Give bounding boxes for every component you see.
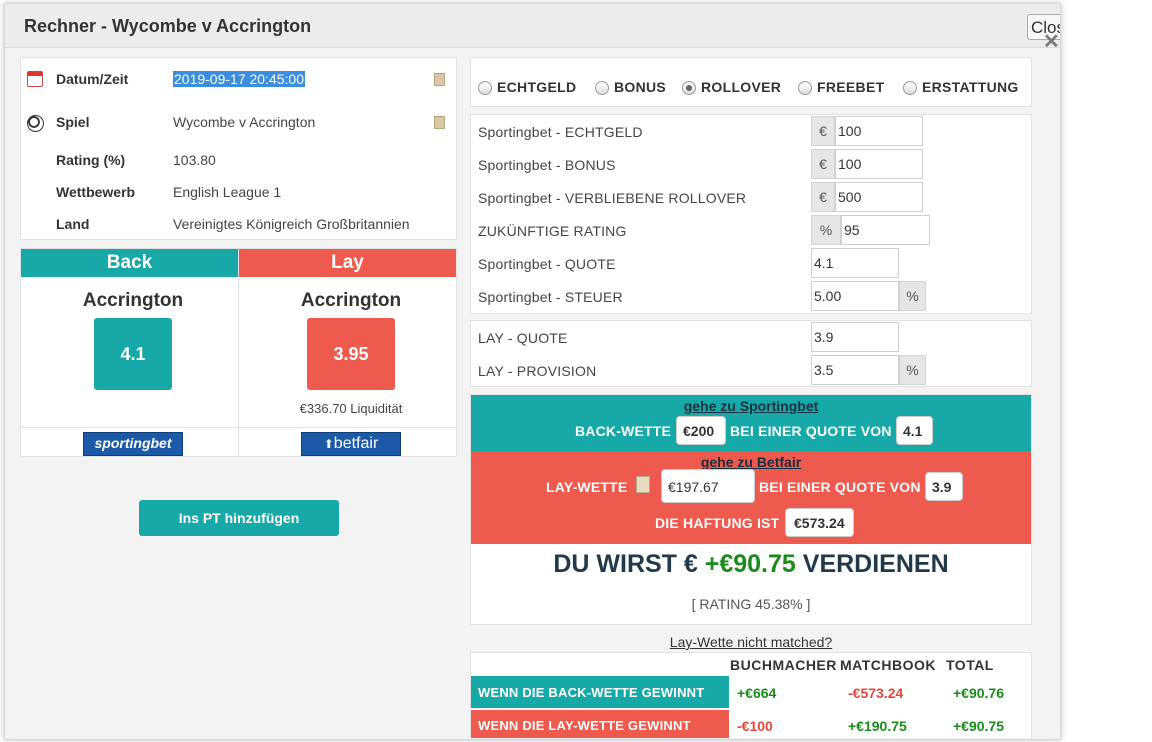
back-form-panel xyxy=(470,114,1032,314)
rating-result: [ RATING 45.38% ] xyxy=(691,596,811,612)
row-lay-total: +€90.75 xyxy=(953,718,1004,734)
earnings-line: DU WIRST € +€90.75 VERDIENEN xyxy=(471,550,1031,579)
wettbewerb-label: Wettbewerb xyxy=(56,184,136,200)
rollover-label: Sportingbet - VERBLIEBENE ROLLOVER xyxy=(478,190,747,206)
row-lay-matchbook: +€190.75 xyxy=(848,718,907,734)
sportingbet-logo-text: sportingbet xyxy=(94,435,172,451)
future-rating-input[interactable]: 95 xyxy=(841,215,930,245)
radio-icon[interactable] xyxy=(478,81,492,95)
lay-bet-label: LAY-WETTE xyxy=(546,479,628,495)
percent-addon: % xyxy=(899,355,926,385)
radio-icon[interactable] xyxy=(798,81,812,95)
lay-bet-value[interactable]: €197.67 xyxy=(661,469,755,503)
back-heading: Back xyxy=(21,249,238,277)
betfair-arrow-icon: ⬆ xyxy=(323,437,334,451)
euro-addon: € xyxy=(811,116,835,146)
liability-value: €573.24 xyxy=(785,508,854,537)
wettbewerb-value: English League 1 xyxy=(173,184,282,200)
back-odds[interactable]: 4.1 xyxy=(94,318,172,390)
back-team: Accrington xyxy=(82,290,184,311)
radio-icon[interactable] xyxy=(595,81,609,95)
lay-quote-value: 3.9 xyxy=(925,472,963,501)
goto-sportingbet-link[interactable]: gehe zu Sportingbet xyxy=(471,398,1031,414)
col-header-buchmacher: BUCHMACHER xyxy=(730,657,837,673)
echtgeld-input[interactable]: 100 xyxy=(835,116,923,146)
back-bet-label: BACK-WETTE xyxy=(575,423,672,439)
row-back-matchbook: -€573.24 xyxy=(848,685,904,701)
mode-bonus[interactable]: BONUS xyxy=(595,79,666,95)
bonus-label: Sportingbet - BONUS xyxy=(478,157,616,173)
mode-freebet[interactable]: FREEBET xyxy=(798,79,884,95)
percent-addon: % xyxy=(811,215,841,245)
mode-label: ECHTGELD xyxy=(497,79,577,95)
datum-label: Datum/Zeit xyxy=(56,71,129,87)
clipboard-icon[interactable] xyxy=(636,476,650,493)
sportingbet-logo[interactable]: sportingbet xyxy=(83,432,183,456)
row-label-lay-wins: WENN DIE LAY-WETTE GEWINNT xyxy=(478,718,691,733)
lay-quote-text: BEI EINER QUOTE VON xyxy=(759,479,921,495)
goto-betfair-link[interactable]: gehe zu Betfair xyxy=(471,454,1031,470)
back-bet-value: €200 xyxy=(676,416,726,445)
lay-quote-input[interactable]: 3.9 xyxy=(811,322,899,352)
modal-header: Rechner - Wycombe v Accrington Close ✕ xyxy=(5,4,1060,53)
modal-title: Rechner - Wycombe v Accrington xyxy=(24,16,312,36)
steuer-label: Sportingbet - STEUER xyxy=(478,289,623,305)
back-quote-text: BEI EINER QUOTE VON xyxy=(730,423,892,439)
mode-label: ROLLOVER xyxy=(701,79,782,95)
lay-team: Accrington xyxy=(300,290,402,311)
lay-odds[interactable]: 3.95 xyxy=(307,318,395,390)
row-lay-bookmaker: -€100 xyxy=(737,718,773,734)
euro-addon: € xyxy=(811,182,835,212)
row-back-total: +€90.76 xyxy=(953,685,1004,701)
rating-value: 103.80 xyxy=(173,152,216,168)
quote-input[interactable]: 4.1 xyxy=(811,248,899,278)
datum-value[interactable]: 2019-09-17 20:45:00 xyxy=(173,71,305,87)
lay-quote-label: LAY - QUOTE xyxy=(478,330,568,346)
mode-erstattung[interactable]: ERSTATTUNG xyxy=(903,79,1019,95)
quote-label: Sportingbet - QUOTE xyxy=(478,256,616,272)
add-pt-button[interactable]: Ins PT hinzufügen xyxy=(139,500,339,536)
lay-provision-label: LAY - PROVISION xyxy=(478,363,597,379)
lay-provision-input[interactable]: 3.5 xyxy=(811,355,899,385)
rating-label: Rating (%) xyxy=(56,152,126,168)
earnings-suffix: VERDIENEN xyxy=(802,550,949,578)
land-label: Land xyxy=(56,216,90,232)
spiel-label: Spiel xyxy=(56,114,90,130)
liability-label: DIE HAFTUNG IST xyxy=(655,515,780,531)
bonus-input[interactable]: 100 xyxy=(835,149,923,179)
mode-label: BONUS xyxy=(614,79,667,95)
land-value: Vereinigtes Königreich Großbritannien xyxy=(173,216,410,232)
echtgeld-label: Sportingbet - ECHTGELD xyxy=(478,124,643,140)
rollover-input[interactable]: 500 xyxy=(835,182,923,212)
lay-liquidity: €336.70 Liquidität xyxy=(299,401,403,416)
col-header-matchbook: MATCHBOOK xyxy=(840,657,937,673)
row-label-back-wins: WENN DIE BACK-WETTE GEWINNT xyxy=(478,685,705,700)
mode-echtgeld[interactable]: ECHTGELD xyxy=(478,79,576,95)
row-back-bookmaker: +€664 xyxy=(737,685,777,701)
euro-addon: € xyxy=(811,149,835,179)
mode-label: FREEBET xyxy=(817,79,885,95)
percent-addon: % xyxy=(899,281,926,311)
earnings-prefix: DU WIRST € xyxy=(553,550,698,578)
back-quote-value: 4.1 xyxy=(896,416,933,445)
copy-icon[interactable] xyxy=(434,116,445,129)
mode-label: ERSTATTUNG xyxy=(922,79,1019,95)
copy-icon[interactable] xyxy=(434,73,445,86)
calendar-icon xyxy=(27,71,43,87)
football-icon xyxy=(27,115,44,132)
mode-rollover[interactable]: ROLLOVER xyxy=(682,79,781,95)
spiel-value: Wycombe v Accrington xyxy=(173,114,316,130)
radio-selected-icon[interactable] xyxy=(682,81,696,95)
steuer-input[interactable]: 5.00 xyxy=(811,281,899,311)
radio-icon[interactable] xyxy=(903,81,917,95)
future-rating-label: ZUKÜNFTIGE RATING xyxy=(478,223,627,239)
betfair-logo[interactable]: ⬆betfair xyxy=(301,432,401,456)
betfair-logo-text: betfair xyxy=(333,435,379,452)
not-matched-link[interactable]: Lay-Wette nicht matched? xyxy=(471,634,1031,650)
col-header-total: TOTAL xyxy=(946,657,994,673)
earnings-value: +€90.75 xyxy=(704,550,796,578)
lay-heading: Lay xyxy=(239,249,456,277)
